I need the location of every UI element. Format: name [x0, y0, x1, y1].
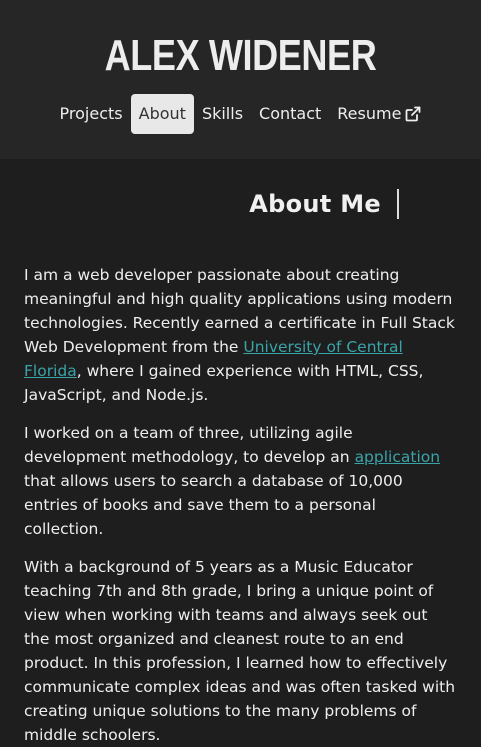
title-divider: [397, 189, 399, 219]
nav-item-resume[interactable]: Resume: [329, 94, 429, 134]
nav-item-resume-label: Resume: [337, 104, 402, 123]
about-section: About Me I am a web developer passionate…: [0, 159, 481, 747]
bio: I am a web developer passionate about cr…: [24, 263, 457, 747]
site-header: ALEX WIDENER Projects About Skills Conta…: [0, 0, 481, 159]
bio-p2-text-end: that allows users to search a database o…: [24, 472, 403, 538]
site-name: ALEX WIDENER: [104, 31, 377, 80]
external-link-icon: [406, 106, 421, 122]
bio-paragraph-2: I worked on a team of three, utilizing a…: [24, 421, 457, 541]
application-link[interactable]: application: [355, 448, 441, 466]
bio-paragraph-3: With a background of 5 years as a Music …: [24, 558, 456, 744]
nav-item-projects[interactable]: Projects: [52, 94, 131, 134]
section-title: About Me: [249, 190, 381, 218]
nav-item-about[interactable]: About: [130, 94, 194, 134]
bio-p1-text-end: , where I gained experience with HTML, C…: [24, 362, 424, 404]
main-nav: Projects About Skills Contact Resume: [0, 94, 481, 134]
nav-item-contact[interactable]: Contact: [251, 94, 329, 134]
section-title-row: About Me: [24, 159, 457, 219]
bio-paragraph-1: I am a web developer passionate about cr…: [24, 263, 457, 407]
nav-item-skills[interactable]: Skills: [194, 94, 251, 134]
bio-p2-text-start: I worked on a team of three, utilizing a…: [24, 424, 355, 466]
